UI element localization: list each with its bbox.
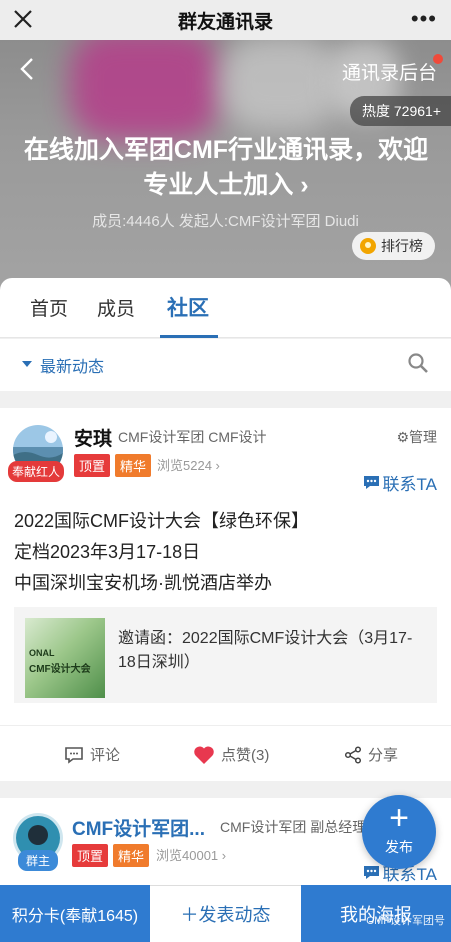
plus-icon: + [389, 799, 409, 837]
manage-label: 管理 [409, 429, 437, 445]
search-icon[interactable] [407, 352, 429, 374]
view-count: 浏览5224 › [157, 458, 220, 473]
like-label: 点赞(3) [221, 747, 270, 764]
my-poster-button[interactable]: 我的海报 CMF设计军团号 [301, 885, 451, 942]
points-card-button[interactable]: 积分卡(奉献1645) [0, 885, 150, 942]
author-group: CMF设计军团 副总经理 [220, 819, 367, 835]
directory-title[interactable]: 在线加入军团CMF行业通讯录，欢迎专业人士加入 › [12, 133, 440, 203]
pinned-tag: 顶置 [72, 844, 109, 867]
contact-label: 联系TA [382, 475, 437, 494]
tab-home[interactable]: 首页 [30, 294, 68, 321]
view-count: 浏览40001 › [156, 848, 227, 863]
more-menu-icon[interactable]: ••• [411, 8, 437, 30]
thumbnail-text: CMF设计大会 [29, 664, 91, 675]
article-thumbnail: ONAL CMF设计大会 [25, 618, 105, 698]
hero-banner: 通讯录后台 热度 72961+ 在线加入军团CMF行业通讯录，欢迎专业人士加入 … [0, 40, 451, 290]
post-content[interactable]: 2022国际CMF设计大会【绿色环保】 定档2023年3月17-18日 中国深圳… [14, 506, 309, 599]
post-activity-button[interactable]: ＋发表动态 [150, 885, 301, 942]
pinned-tag: 顶置 [74, 454, 111, 477]
top-bar: 群友通讯录 ••• [0, 0, 451, 40]
shared-article-link[interactable]: ONAL CMF设计大会 邀请函：2022国际CMF设计大会（3月17-18日深… [14, 607, 437, 703]
share-label: 分享 [368, 747, 399, 764]
page-title: 群友通讯录 [177, 11, 273, 33]
tab-community[interactable]: 社区 [167, 292, 209, 322]
comment-button[interactable]: 评论 [64, 744, 120, 765]
close-icon[interactable] [10, 6, 36, 32]
bottom-bar: 积分卡(奉献1645) ＋发表动态 我的海报 CMF设计军团号 [0, 885, 451, 942]
publish-label: 发布 [385, 839, 413, 855]
watermark: CMF设计军团号 [366, 915, 445, 927]
ranking-label: 排行榜 [381, 238, 423, 254]
heart-icon [194, 745, 214, 764]
post-line: 2022国际CMF设计大会【绿色环保】 [14, 511, 310, 531]
ranking-button[interactable]: 排行榜 [352, 232, 435, 260]
post-line: 定档2023年3月17-18日 [14, 542, 201, 562]
publish-button[interactable]: + 发布 [362, 795, 436, 869]
essence-tag: 精华 [113, 844, 150, 867]
gear-icon: ⚙ [396, 429, 409, 445]
comment-icon [65, 746, 83, 764]
medal-icon [360, 238, 376, 254]
owner-badge: 群主 [18, 850, 59, 871]
back-icon[interactable] [18, 56, 36, 82]
notification-dot [433, 54, 443, 64]
dropdown-arrow-icon[interactable] [22, 361, 32, 367]
filter-row: 最新动态 [0, 339, 451, 391]
contributor-badge: 奉献红人 [8, 461, 65, 482]
author-group: CMF设计军团 CMF设计 [118, 429, 267, 445]
post-card: 奉献红人 安琪 CMF设计军团 CMF设计 ⚙管理 顶置 精华 浏览5224 ›… [0, 408, 451, 781]
chat-icon [363, 866, 379, 879]
post-actions: 评论 点赞(3) 分享 [0, 725, 451, 781]
directory-subtitle: 成员:4446人 发起人:CMF设计军团 Diudi [92, 213, 359, 230]
contact-button[interactable]: 联系TA [362, 470, 437, 495]
share-button[interactable]: 分享 [344, 744, 398, 765]
active-tab-indicator [160, 335, 218, 338]
post-line: 中国深圳宝安机场·凯悦酒店举办 [14, 573, 272, 593]
like-button[interactable]: 点赞(3) [193, 744, 269, 765]
manage-button[interactable]: ⚙管理 [396, 427, 437, 447]
tab-members[interactable]: 成员 [97, 294, 135, 321]
chat-icon [363, 476, 379, 489]
essence-tag: 精华 [115, 454, 152, 477]
latest-activity-filter[interactable]: 最新动态 [40, 353, 104, 377]
share-icon [344, 745, 362, 764]
heat-badge: 热度 72961+ [350, 96, 451, 126]
thumbnail-text: ONAL [29, 648, 55, 658]
author-name[interactable]: 安琪 [74, 424, 112, 451]
author-name[interactable]: CMF设计军团... [72, 814, 205, 841]
article-title: 邀请函：2022国际CMF设计大会（3月17-18日深圳） [118, 630, 413, 671]
comment-label: 评论 [90, 747, 121, 764]
tab-bar: 首页 成员 社区 [0, 278, 451, 338]
admin-backend-link[interactable]: 通讯录后台 [342, 58, 437, 85]
